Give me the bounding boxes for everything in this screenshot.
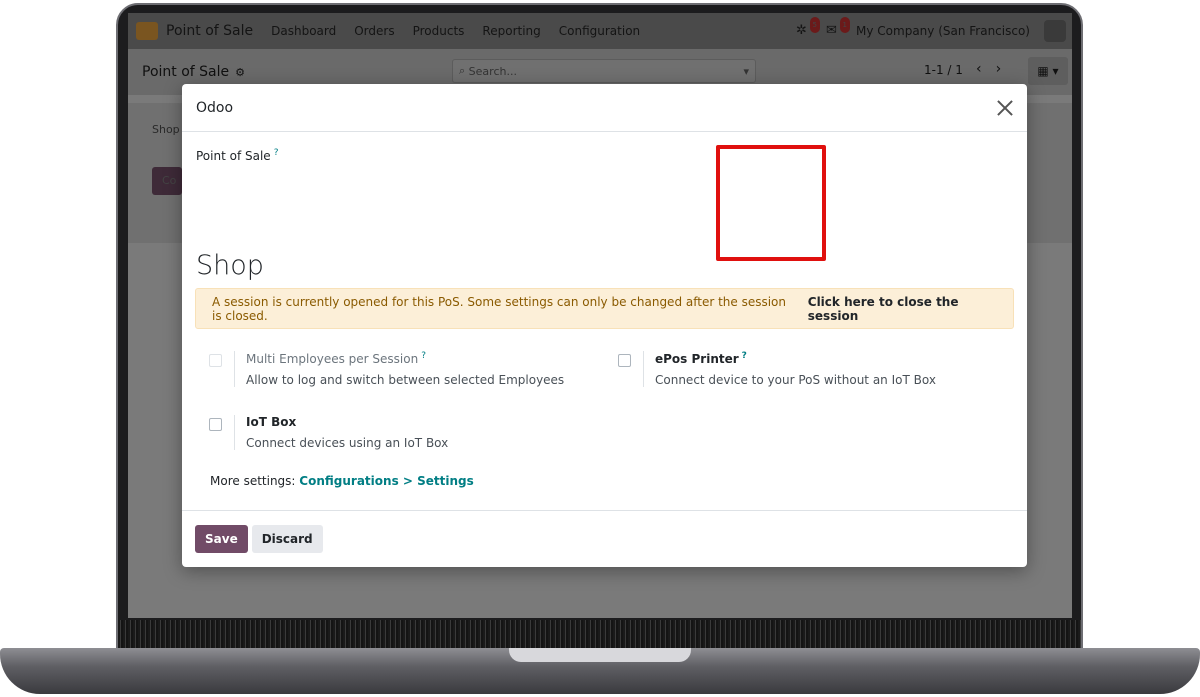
setting-name: Multi Employees per Session? xyxy=(246,351,426,366)
settings-dialog: Odoo Point of Sale? Shop A session is cu… xyxy=(182,84,1027,567)
setting-description: Connect devices using an IoT Box xyxy=(246,436,449,450)
close-icon[interactable] xyxy=(997,100,1013,116)
navbar-right: ✲ 5 ✉ 1 My Company (San Francisco) xyxy=(796,17,1072,42)
point-of-sale-label: Point of Sale? xyxy=(196,148,278,163)
setting-body: ePos Printer? Connect device to your PoS… xyxy=(643,351,936,387)
highlight-box xyxy=(716,145,826,261)
breadcrumb-title: Point of Sale xyxy=(142,64,230,80)
app-name[interactable]: Point of Sale xyxy=(166,23,253,39)
view-switcher-button[interactable]: ▦ ▾ xyxy=(1028,57,1068,85)
pager-arrows[interactable]: ‹› xyxy=(976,61,1015,77)
laptop-frame: Point of Sale Dashboard Orders Products … xyxy=(0,0,1200,697)
setting-multi-employees: Multi Employees per Session? Allow to lo… xyxy=(209,351,564,387)
save-button[interactable]: Save xyxy=(195,525,248,553)
section-title: Shop xyxy=(196,250,264,281)
setting-epos-printer: ePos Printer? Connect device to your PoS… xyxy=(618,351,936,387)
nav-item-configuration[interactable]: Configuration xyxy=(559,24,640,38)
background-label: Shop xyxy=(152,123,180,136)
dialog-title: Odoo xyxy=(196,99,234,116)
help-icon[interactable]: ? xyxy=(742,351,747,361)
top-navbar: Point of Sale Dashboard Orders Products … xyxy=(128,13,1072,49)
dialog-header: Odoo xyxy=(182,84,1027,132)
more-settings: More settings: Configurations > Settings xyxy=(210,474,474,488)
setting-name: ePos Printer? xyxy=(655,351,747,366)
field-label-text: Point of Sale xyxy=(196,149,271,163)
configurations-settings-link[interactable]: Configurations > Settings xyxy=(299,474,473,488)
multi-employees-checkbox[interactable] xyxy=(209,354,222,367)
setting-name: IoT Box xyxy=(246,415,297,429)
help-icon[interactable]: ? xyxy=(421,351,426,361)
nav-item-reporting[interactable]: Reporting xyxy=(482,24,540,38)
iot-box-checkbox[interactable] xyxy=(209,418,222,431)
activity-icon[interactable]: ✲ 5 xyxy=(796,17,821,39)
alert-text: A session is currently opened for this P… xyxy=(212,294,787,323)
laptop-notch xyxy=(509,648,691,662)
background-button: Co xyxy=(152,167,182,195)
search-icon: ⌕ xyxy=(459,64,469,77)
nav-item-orders[interactable]: Orders xyxy=(354,24,394,38)
session-warning-alert: A session is currently opened for this P… xyxy=(195,288,1014,329)
setting-description: Connect device to your PoS without an Io… xyxy=(655,373,936,387)
user-avatar[interactable] xyxy=(1044,20,1066,42)
search-placeholder: Search... xyxy=(468,64,517,78)
epos-printer-checkbox[interactable] xyxy=(618,354,631,367)
setting-description: Allow to log and switch between selected… xyxy=(246,373,565,387)
help-icon[interactable]: ? xyxy=(274,148,279,158)
chevron-right-icon[interactable]: › xyxy=(996,61,1016,77)
more-settings-label: More settings: xyxy=(210,474,296,488)
company-switcher[interactable]: My Company (San Francisco) xyxy=(856,24,1030,38)
pos-app-icon[interactable] xyxy=(136,22,158,40)
pager-value[interactable]: 1-1 / 1 xyxy=(924,63,963,77)
close-session-link[interactable]: Click here to close the session xyxy=(808,295,997,323)
search-input[interactable]: ⌕ Search... ▾ xyxy=(452,59,756,83)
discard-button[interactable]: Discard xyxy=(251,525,323,553)
chevron-left-icon[interactable]: ‹ xyxy=(976,61,996,77)
setting-body: Multi Employees per Session? Allow to lo… xyxy=(234,351,564,387)
kanban-icon: ▦ ▾ xyxy=(1037,64,1059,78)
activity-badge: 5 xyxy=(809,17,821,33)
chevron-down-icon[interactable]: ▾ xyxy=(743,65,749,78)
nav-item-dashboard[interactable]: Dashboard xyxy=(271,24,336,38)
messages-icon[interactable]: ✉ 1 xyxy=(826,17,851,39)
nav-item-products[interactable]: Products xyxy=(413,24,465,38)
gear-icon[interactable]: ⚙ xyxy=(235,66,245,79)
setting-iot-box: IoT Box Connect devices using an IoT Box xyxy=(209,415,448,450)
dialog-footer: Save Discard xyxy=(182,510,1027,567)
setting-body: IoT Box Connect devices using an IoT Box xyxy=(234,415,448,450)
messages-badge: 1 xyxy=(839,17,851,33)
laptop-bezel xyxy=(118,620,1081,648)
